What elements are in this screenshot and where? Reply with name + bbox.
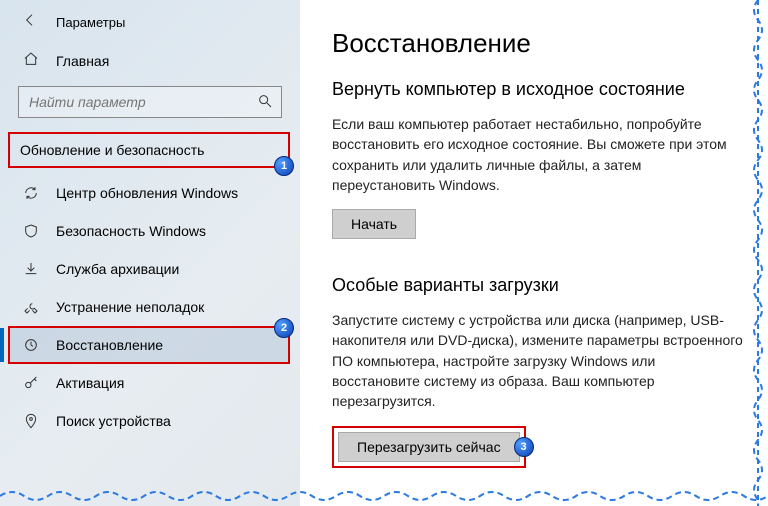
home-label: Главная (56, 53, 109, 69)
search-icon (257, 93, 273, 112)
shield-icon (22, 223, 40, 239)
advanced-title: Особые варианты загрузки (332, 275, 744, 296)
category-label: Обновление и безопасность (20, 142, 204, 158)
restart-button-highlight: Перезагрузить сейчас 3 (332, 426, 526, 468)
page-title: Восстановление (332, 28, 744, 59)
titlebar: Параметры (0, 0, 300, 41)
sidebar: Параметры Главная Обновление и безопасно… (0, 0, 300, 506)
location-icon (22, 413, 40, 429)
sidebar-item-label: Устранение неполадок (56, 299, 204, 315)
arrow-left-icon (22, 12, 38, 28)
reset-start-button[interactable]: Начать (332, 209, 416, 239)
section-reset: Вернуть компьютер в исходное состояние Е… (332, 79, 744, 239)
sidebar-item-troubleshoot[interactable]: Устранение неполадок (0, 288, 300, 326)
history-icon (22, 337, 40, 353)
content-pane: Восстановление Вернуть компьютер в исход… (300, 0, 768, 506)
sidebar-item-label: Центр обновления Windows (56, 185, 238, 201)
sidebar-item-recovery[interactable]: Восстановление 2 (8, 326, 290, 364)
settings-window: Параметры Главная Обновление и безопасно… (0, 0, 768, 506)
sidebar-item-backup[interactable]: Служба архивации (0, 250, 300, 288)
sidebar-item-activation[interactable]: Активация (0, 364, 300, 402)
reset-text: Если ваш компьютер работает нестабильно,… (332, 114, 744, 195)
back-button[interactable] (22, 12, 38, 33)
home-icon (22, 51, 40, 70)
sidebar-nav: Центр обновления Windows Безопасность Wi… (0, 168, 300, 440)
restart-now-button[interactable]: Перезагрузить сейчас (338, 432, 520, 462)
advanced-text: Запустите систему с устройства или диска… (332, 310, 744, 411)
sidebar-home[interactable]: Главная (0, 41, 300, 80)
backup-icon (22, 261, 40, 277)
sidebar-item-windows-update[interactable]: Центр обновления Windows (0, 174, 300, 212)
sidebar-item-label: Служба архивации (56, 261, 179, 277)
sidebar-category-update-security[interactable]: Обновление и безопасность 1 (8, 132, 290, 168)
sidebar-item-find-device[interactable]: Поиск устройства (0, 402, 300, 440)
sidebar-item-windows-security[interactable]: Безопасность Windows (0, 212, 300, 250)
sidebar-item-label: Восстановление (56, 337, 163, 353)
wrench-icon (22, 299, 40, 315)
annotation-badge-1: 1 (274, 156, 294, 176)
sidebar-item-label: Активация (56, 375, 124, 391)
window-title: Параметры (56, 15, 125, 30)
search-box[interactable] (18, 86, 282, 118)
section-advanced-startup: Особые варианты загрузки Запустите систе… (332, 275, 744, 467)
reset-title: Вернуть компьютер в исходное состояние (332, 79, 744, 100)
annotation-badge-2: 2 (274, 318, 294, 338)
key-icon (22, 375, 40, 391)
sidebar-item-label: Поиск устройства (56, 413, 171, 429)
annotation-badge-3: 3 (514, 437, 534, 457)
sidebar-item-label: Безопасность Windows (56, 223, 206, 239)
search-wrap (0, 80, 300, 132)
sync-icon (22, 185, 40, 201)
search-input[interactable] (29, 94, 251, 110)
